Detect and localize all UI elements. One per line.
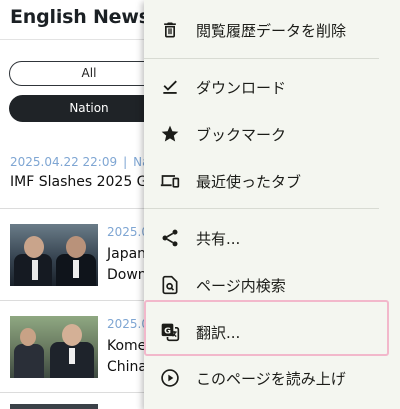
menu-item-label: 共有... <box>196 229 241 248</box>
star-icon <box>160 124 180 144</box>
menu-divider <box>144 58 379 59</box>
news-thumbnail[interactable] <box>10 316 98 378</box>
news-thumbnail[interactable] <box>10 224 98 286</box>
article-headline[interactable]: IMF Slashes 2025 Gl <box>10 174 151 190</box>
menu-item-label: このページを読み上げ <box>196 369 346 388</box>
news-item-date: 2025.0 <box>107 225 149 239</box>
photo-figure <box>32 260 38 280</box>
svg-text:G: G <box>164 325 171 335</box>
devices-icon <box>160 171 180 191</box>
menu-item-label: ページ内検索 <box>196 276 286 295</box>
overflow-menu: 閲覧履歴データを削除 ダウンロード ブックマーク 最近使ったタブ 共有... ペ… <box>144 0 400 409</box>
menu-item-clear-browsing-data[interactable]: 閲覧履歴データを削除 <box>144 10 400 50</box>
menu-divider <box>144 208 379 209</box>
article-meta: 2025.04.22 22:09|Nat <box>10 155 154 169</box>
menu-item-label: 翻訳... <box>196 323 241 342</box>
photo-figure <box>69 348 75 364</box>
article-date: 2025.04.22 22:09 <box>10 155 118 169</box>
find-in-page-icon <box>160 275 180 295</box>
menu-item-downloads[interactable]: ダウンロード <box>144 67 400 107</box>
photo-figure <box>14 344 44 378</box>
meta-separator: | <box>123 155 128 169</box>
page-title: English News <box>10 6 150 28</box>
news-item-title-line1[interactable]: Japan <box>107 246 146 262</box>
photo-figure <box>73 260 79 278</box>
menu-item-read-aloud[interactable]: このページを読み上げ <box>144 358 400 398</box>
news-thumbnail-partial[interactable] <box>10 404 98 409</box>
menu-item-share[interactable]: 共有... <box>144 218 400 258</box>
app-root: English News All Nation 2025.04.22 22:09… <box>0 0 400 409</box>
translate-icon: G <box>160 322 180 342</box>
menu-item-recent-tabs[interactable]: 最近使ったタブ <box>144 161 400 201</box>
menu-item-translate[interactable]: G 翻訳... <box>144 312 400 352</box>
play-circle-icon <box>160 368 180 388</box>
photo-figure <box>24 236 44 258</box>
menu-item-label: 最近使ったタブ <box>196 172 302 191</box>
news-item-title-line2[interactable]: Down <box>107 267 147 283</box>
trash-icon <box>160 20 180 40</box>
news-item-title-line2[interactable]: China <box>107 359 147 375</box>
menu-item-label: 閲覧履歴データを削除 <box>196 21 347 40</box>
news-item-title-line1[interactable]: Kome <box>107 338 146 354</box>
photo-figure <box>20 328 36 346</box>
menu-item-find-in-page[interactable]: ページ内検索 <box>144 265 400 305</box>
menu-item-label: ダウンロード <box>196 78 287 97</box>
download-check-icon <box>160 77 180 97</box>
menu-item-bookmarks[interactable]: ブックマーク <box>144 114 400 154</box>
news-item-date: 2025.0 <box>107 317 149 331</box>
share-icon <box>160 228 180 248</box>
menu-item-label: ブックマーク <box>196 125 287 144</box>
photo-figure <box>66 236 86 258</box>
photo-figure <box>62 324 82 346</box>
